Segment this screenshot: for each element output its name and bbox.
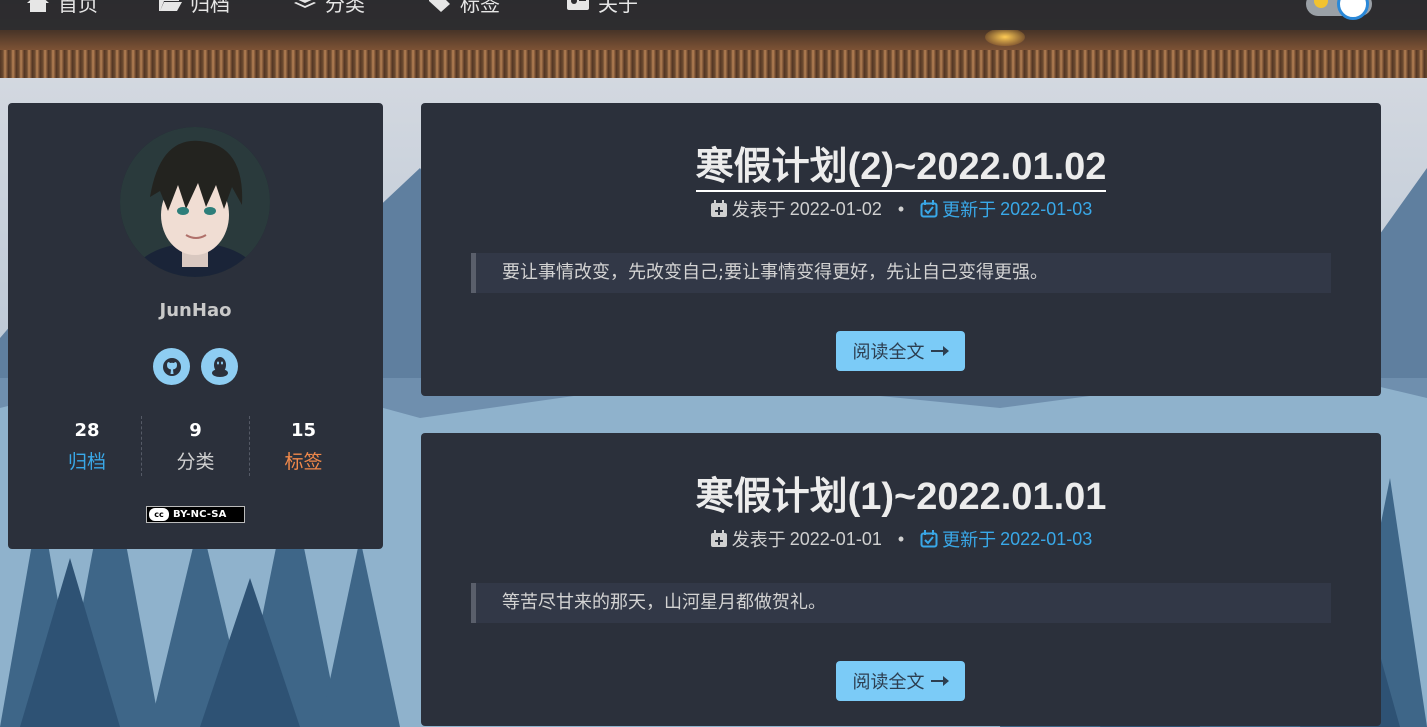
github-link[interactable] [153,348,190,385]
post-meta: 发表于 2022-01-02 • 更新于 2022-01-03 [421,196,1381,222]
stat-archives[interactable]: 28 归档 [33,416,141,476]
nav-categories-label: 分类 [325,0,365,16]
stat-archives-count: 28 [74,420,100,441]
calendar-plus-icon [710,200,727,217]
calendar-check-icon [920,530,938,548]
stat-tags-label: 标签 [284,451,323,473]
arrow-right-icon [930,676,949,686]
qq-icon [211,356,228,377]
post-excerpt: 等苦尽甘来的那天，山河星月都做贺礼。 [471,583,1331,623]
post-title-text[interactable]: 寒假计划(2)~2022.01.02 [695,146,1107,192]
stat-categories-label: 分类 [176,451,215,473]
avatar[interactable] [120,127,270,277]
read-more-label: 阅读全文 [852,672,925,693]
nav-archive[interactable]: 归档 [158,0,230,17]
tags-icon [429,0,450,12]
nav-archive-label: 归档 [190,0,230,16]
post-title[interactable]: 寒假计划(1)~2022.01.01 [421,465,1381,520]
read-more-label: 阅读全文 [852,342,925,363]
nav-home[interactable]: 首页 [26,0,98,17]
license-badge[interactable]: cc BY-NC-SA [146,506,245,523]
banner-reeds [0,50,1427,78]
published-date: 2022-01-02 [789,198,882,219]
profile-stats: 28 归档 9 分类 15 标签 [33,416,358,476]
nav-home-label: 首页 [58,0,98,16]
toggle-knob [1337,0,1369,20]
calendar-check-icon [920,200,938,218]
published-date: 2022-01-01 [789,528,882,549]
folder-open-icon [159,0,182,11]
updated-date: 2022-01-03 [1000,198,1093,219]
stat-tags[interactable]: 15 标签 [249,416,357,476]
profile-name: JunHao [159,300,232,321]
updated-label: 更新于 [942,530,997,550]
post-excerpt: 要让事情改变，先改变自己;要让事情变得更好，先让自己变得更强。 [471,253,1331,293]
stat-tags-count: 15 [290,420,317,441]
post-card: 寒假计划(2)~2022.01.02 发表于 2022-01-02 • 更新于 … [421,103,1381,396]
published-label: 发表于 [731,530,786,550]
layers-icon [294,0,316,8]
nav-tags-label: 标签 [460,0,500,16]
post-meta: 发表于 2022-01-01 • 更新于 2022-01-03 [421,526,1381,552]
nav-tags[interactable]: 标签 [428,0,500,17]
top-navbar: 首页 归档 分类 标签 关于 [0,0,1427,30]
cc-icon: cc [149,508,169,521]
github-icon [162,357,181,376]
post-title[interactable]: 寒假计划(2)~2022.01.02 [421,135,1381,192]
home-icon [27,0,49,12]
meta-separator: • [897,198,905,219]
meta-separator: • [897,528,905,549]
nav-categories[interactable]: 分类 [293,0,365,17]
license-text: BY-NC-SA [173,509,227,520]
read-more-button[interactable]: 阅读全文 [836,331,965,371]
profile-card: JunHao 28 归档 9 分类 15 标签 cc BY-NC-SA [8,103,383,549]
id-card-icon [567,0,589,10]
moon-icon [1314,0,1328,8]
post-title-text[interactable]: 寒假计划(1)~2022.01.01 [696,476,1107,522]
arrow-right-icon [930,346,949,356]
calendar-plus-icon [710,530,727,547]
updated-label: 更新于 [942,200,997,220]
published-label: 发表于 [731,200,786,220]
nav-about[interactable]: 关于 [566,0,638,17]
read-more-button[interactable]: 阅读全文 [836,661,965,701]
banner-light [985,28,1025,46]
updated-date: 2022-01-03 [1000,528,1093,549]
post-card: 寒假计划(1)~2022.01.01 发表于 2022-01-01 • 更新于 … [421,433,1381,726]
dark-mode-toggle[interactable] [1306,0,1372,20]
nav-about-label: 关于 [598,0,638,16]
stat-categories[interactable]: 9 分类 [141,416,249,476]
stat-archives-label: 归档 [67,451,106,473]
avatar-illustration [120,127,270,277]
stat-categories-count: 9 [189,420,202,441]
qq-link[interactable] [201,348,238,385]
